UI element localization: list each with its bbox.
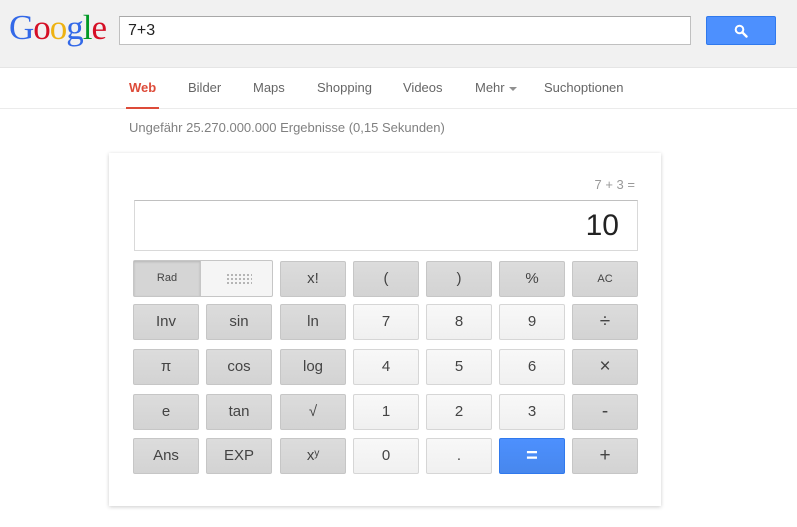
minus-button[interactable]: - bbox=[572, 394, 638, 430]
multiply-button[interactable]: × bbox=[572, 349, 638, 385]
search-input[interactable]: 7+3 bbox=[119, 16, 691, 45]
rad-label: Rad bbox=[134, 261, 201, 296]
digit-4-button[interactable]: 4 bbox=[353, 349, 419, 385]
sqrt-button[interactable]: √ bbox=[280, 394, 346, 430]
tan-button[interactable]: tan bbox=[206, 394, 272, 430]
ln-button[interactable]: ln bbox=[280, 304, 346, 340]
tab-videos[interactable]: Videos bbox=[403, 68, 443, 109]
tab-maps[interactable]: Maps bbox=[253, 68, 285, 109]
search-icon bbox=[734, 24, 748, 38]
tab-mehr[interactable]: Mehr bbox=[475, 68, 517, 109]
close-paren-button[interactable]: ) bbox=[426, 261, 492, 297]
tab-shopping[interactable]: Shopping bbox=[317, 68, 372, 109]
result-stats: Ungefähr 25.270.000.000 Ergebnisse (0,15… bbox=[129, 120, 445, 135]
equals-button[interactable]: = bbox=[499, 438, 565, 474]
calculator-display: 10 bbox=[134, 200, 638, 251]
logo-letter: l bbox=[82, 8, 93, 47]
rad-deg-toggle[interactable]: Rad bbox=[133, 260, 273, 297]
digit-0-button[interactable]: 0 bbox=[353, 438, 419, 474]
digit-3-button[interactable]: 3 bbox=[499, 394, 565, 430]
digit-2-button[interactable]: 2 bbox=[426, 394, 492, 430]
log-button[interactable]: log bbox=[280, 349, 346, 385]
logo-letter: o bbox=[33, 8, 50, 47]
percent-button[interactable]: % bbox=[499, 261, 565, 297]
tab-bilder[interactable]: Bilder bbox=[188, 68, 221, 109]
digit-6-button[interactable]: 6 bbox=[499, 349, 565, 385]
exp-button[interactable]: EXP bbox=[206, 438, 272, 474]
digit-5-button[interactable]: 5 bbox=[426, 349, 492, 385]
digit-9-button[interactable]: 9 bbox=[499, 304, 565, 340]
logo-letter: g bbox=[66, 8, 83, 47]
logo-letter: o bbox=[49, 8, 67, 47]
plus-button[interactable]: + bbox=[572, 438, 638, 474]
calculator-history: 7 + 3 = bbox=[594, 177, 635, 192]
answer-button[interactable]: Ans bbox=[133, 438, 199, 474]
pi-button[interactable]: π bbox=[133, 349, 199, 385]
inverse-button[interactable]: Inv bbox=[133, 304, 199, 340]
search-button[interactable] bbox=[706, 16, 776, 45]
divide-button[interactable]: ÷ bbox=[572, 304, 638, 340]
factorial-button[interactable]: x! bbox=[280, 261, 346, 297]
logo-letter: G bbox=[9, 8, 34, 47]
open-paren-button[interactable]: ( bbox=[353, 261, 419, 297]
tab-web[interactable]: Web bbox=[125, 68, 160, 109]
decimal-button[interactable]: . bbox=[426, 438, 492, 474]
calculator-card: 7 + 3 = 10 Rad x! ( ) % AC Inv sin ln 7 … bbox=[109, 153, 661, 506]
search-nav: Web Bilder Maps Shopping Videos Mehr Suc… bbox=[0, 68, 797, 109]
power-button[interactable]: xʸ bbox=[280, 438, 346, 474]
header: Google 7+3 bbox=[0, 0, 797, 68]
chevron-down-icon bbox=[508, 86, 517, 91]
tab-suchoptionen[interactable]: Suchoptionen bbox=[544, 68, 624, 109]
google-logo[interactable]: Google bbox=[9, 8, 108, 48]
digit-1-button[interactable]: 1 bbox=[353, 394, 419, 430]
grip-icon bbox=[226, 273, 252, 285]
e-button[interactable]: e bbox=[133, 394, 199, 430]
digit-8-button[interactable]: 8 bbox=[426, 304, 492, 340]
logo-letter: e bbox=[91, 8, 108, 47]
sin-button[interactable]: sin bbox=[206, 304, 272, 340]
all-clear-button[interactable]: AC bbox=[572, 261, 638, 297]
digit-7-button[interactable]: 7 bbox=[353, 304, 419, 340]
cos-button[interactable]: cos bbox=[206, 349, 272, 385]
tab-mehr-label: Mehr bbox=[475, 80, 505, 95]
